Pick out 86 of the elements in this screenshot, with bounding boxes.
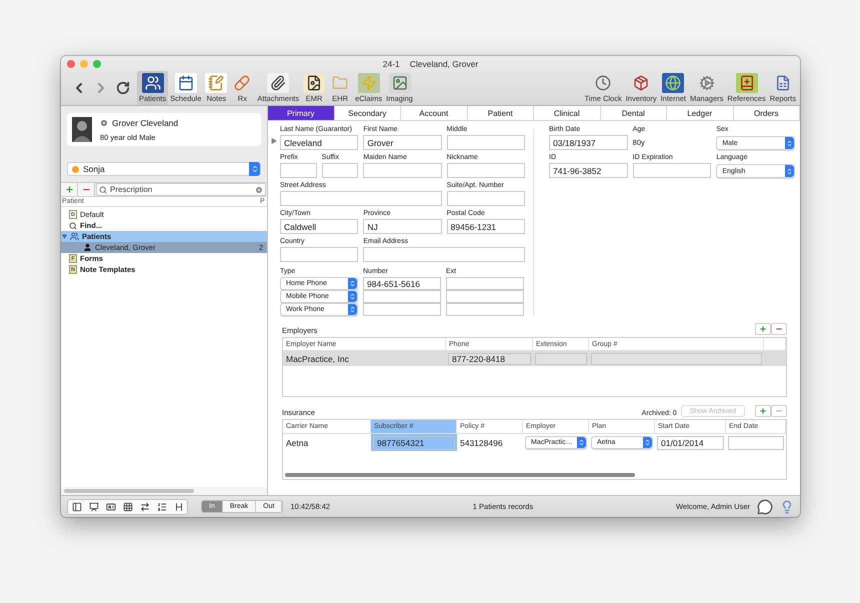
stepper-icon bbox=[578, 439, 585, 446]
input-field[interactable] bbox=[535, 353, 587, 365]
input-field[interactable]: 741-96-3852 bbox=[549, 163, 628, 178]
input-field[interactable] bbox=[591, 353, 762, 365]
table-cell-text: MacPractice, Inc bbox=[285, 353, 350, 366]
stepper-icon bbox=[786, 140, 793, 146]
tab[interactable]: Orders bbox=[734, 106, 800, 120]
input-field[interactable]: 877-220-8418 bbox=[448, 353, 531, 365]
add-button[interactable] bbox=[61, 183, 78, 196]
input-field[interactable] bbox=[280, 191, 442, 206]
person-icon bbox=[83, 243, 92, 252]
plus-icon bbox=[759, 325, 767, 333]
disclosure-triangle-icon[interactable] bbox=[62, 234, 67, 239]
input-field[interactable]: NJ bbox=[363, 219, 442, 234]
book-icon bbox=[736, 73, 758, 93]
input-field[interactable] bbox=[446, 290, 524, 303]
input-field[interactable] bbox=[363, 163, 442, 178]
input-field[interactable]: 01/01/2014 bbox=[657, 436, 724, 450]
paperclip-icon bbox=[267, 73, 290, 93]
tab[interactable]: Account bbox=[401, 106, 468, 120]
table-row[interactable]: MacPractice, Inc 877-220-8418 bbox=[283, 351, 786, 366]
input-field[interactable]: Caldwell bbox=[280, 219, 358, 234]
stepper-icon bbox=[349, 280, 356, 287]
window-title: Cleveland, Grover bbox=[410, 59, 478, 69]
input-field[interactable] bbox=[446, 277, 524, 290]
window-title: 24-1 bbox=[382, 59, 400, 69]
remove-button[interactable] bbox=[78, 183, 95, 196]
tab[interactable]: Clinical bbox=[534, 106, 600, 120]
notepad-icon bbox=[205, 73, 228, 93]
photo-icon bbox=[388, 73, 411, 93]
input-field[interactable] bbox=[446, 163, 525, 178]
stepper-icon bbox=[786, 168, 793, 174]
table-cell-text: 543128496 bbox=[459, 436, 504, 450]
add-button[interactable] bbox=[755, 405, 771, 417]
chat-icon[interactable] bbox=[757, 498, 774, 514]
scrollbar[interactable] bbox=[285, 473, 635, 477]
redo-icon bbox=[116, 81, 130, 95]
input-field[interactable] bbox=[632, 163, 712, 178]
input-field[interactable]: Grover bbox=[363, 135, 442, 150]
input-field[interactable] bbox=[363, 303, 441, 316]
row-marker-icon[interactable] bbox=[271, 138, 277, 144]
tab[interactable]: Ledger bbox=[667, 106, 734, 120]
input-field[interactable] bbox=[446, 303, 524, 316]
input-field[interactable] bbox=[280, 163, 317, 178]
globe-icon bbox=[662, 73, 684, 93]
tab[interactable]: Secondary bbox=[334, 106, 401, 120]
remove-button[interactable] bbox=[771, 323, 787, 335]
input-field[interactable]: 89456-1231 bbox=[446, 219, 525, 234]
zoom-button[interactable] bbox=[93, 60, 101, 68]
plus-icon bbox=[759, 407, 767, 415]
input-field[interactable]: 03/18/1937 bbox=[549, 135, 628, 150]
stepper-icon bbox=[349, 306, 356, 313]
minimize-button[interactable] bbox=[80, 60, 88, 68]
input-field[interactable] bbox=[446, 135, 525, 150]
lightning-icon bbox=[358, 73, 380, 93]
stepper-icon bbox=[250, 165, 258, 173]
input-field[interactable] bbox=[446, 191, 525, 206]
scrollbar[interactable] bbox=[64, 489, 194, 493]
clear-icon[interactable] bbox=[100, 118, 108, 126]
plus-icon bbox=[64, 185, 74, 194]
tab[interactable]: Patient bbox=[468, 106, 534, 120]
patient-name: Grover Cleveland bbox=[112, 118, 178, 128]
image-file-icon bbox=[303, 73, 326, 93]
table-cell-text: Aetna bbox=[285, 436, 310, 450]
close-button[interactable] bbox=[67, 60, 75, 68]
provider-dropdown[interactable]: Sonja bbox=[67, 162, 261, 176]
input-field[interactable] bbox=[322, 163, 358, 178]
avatar bbox=[72, 117, 92, 142]
stepper-icon bbox=[349, 293, 356, 300]
stepper-icon bbox=[644, 439, 651, 446]
search-icon bbox=[69, 222, 77, 230]
input-field[interactable] bbox=[280, 247, 358, 262]
clear-icon[interactable] bbox=[255, 186, 263, 194]
tab[interactable]: Primary bbox=[268, 106, 334, 120]
input-field[interactable]: 984-651-5616 bbox=[363, 277, 441, 290]
tab[interactable]: Dental bbox=[600, 106, 667, 120]
calendar-icon bbox=[174, 73, 197, 93]
input-field[interactable] bbox=[728, 436, 784, 450]
input-field[interactable] bbox=[363, 247, 525, 262]
input-field[interactable]: 9877654321 bbox=[373, 436, 455, 450]
search-icon bbox=[99, 186, 107, 194]
add-button[interactable] bbox=[755, 323, 771, 335]
people-icon bbox=[70, 232, 79, 241]
input-field[interactable] bbox=[363, 290, 441, 303]
input-field[interactable]: Cleveland bbox=[280, 135, 358, 150]
search-field[interactable]: Prescription bbox=[96, 183, 266, 196]
